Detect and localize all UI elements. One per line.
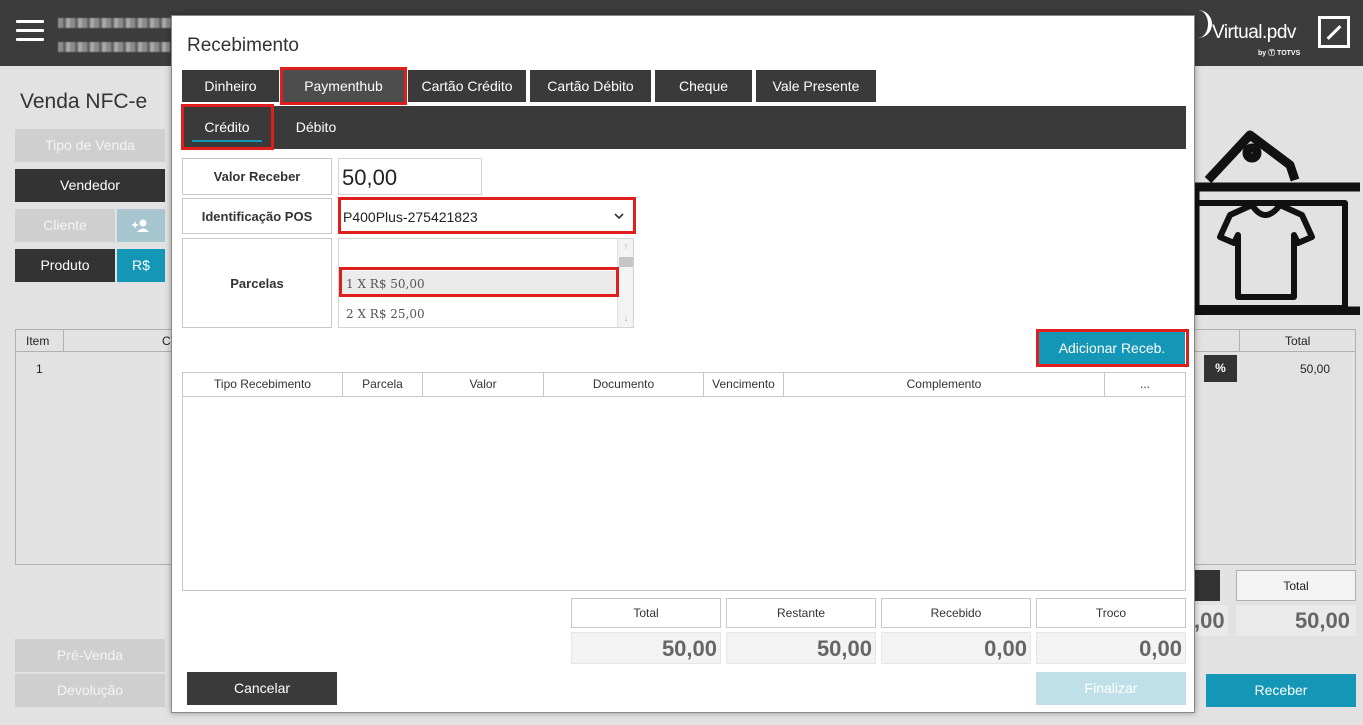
valor-receber-label: Valor Receber xyxy=(182,158,332,195)
summary-total-value: 50,00 xyxy=(571,632,721,664)
subtab-credito[interactable]: Crédito xyxy=(184,106,270,149)
parcelas-scrollbar[interactable]: ↑ ↓ xyxy=(617,239,633,327)
scroll-down-icon[interactable]: ↓ xyxy=(618,313,633,323)
shirt-tag-icon xyxy=(1190,130,1360,315)
summary-restante-value: 50,00 xyxy=(726,632,876,664)
parcela-option-2[interactable]: 2 X R$ 25,00 xyxy=(339,301,617,327)
total-value: 50,00 xyxy=(1236,605,1356,636)
page-title: Venda NFC-e xyxy=(20,90,148,113)
parcelas-list[interactable]: 1 X R$ 50,00 2 X R$ 25,00 ↑ ↓ xyxy=(338,238,634,328)
discount-percent-button[interactable]: % xyxy=(1204,355,1237,382)
summary-troco-label: Troco xyxy=(1036,598,1186,628)
item-row-number: 1 xyxy=(36,362,43,376)
summary-recebido-label: Recebido xyxy=(881,598,1031,628)
recebimento-dialog: Recebimento Dinheiro Paymenthub Cartão C… xyxy=(171,15,1195,713)
receber-button[interactable]: Receber xyxy=(1206,674,1356,707)
currency-button[interactable]: R$ xyxy=(117,249,165,282)
adicionar-receb-button[interactable]: Adicionar Receb. xyxy=(1039,332,1185,365)
expand-icon[interactable] xyxy=(1318,16,1350,48)
virtual-pdv-logo: Virtual.pdv by Ⓣ TOTVS xyxy=(1196,8,1316,58)
partial-header xyxy=(1194,570,1220,601)
tipo-venda-button[interactable]: Tipo de Venda xyxy=(15,129,165,162)
dialog-title: Recebimento xyxy=(187,35,299,56)
tab-vale-presente[interactable]: Vale Presente xyxy=(756,70,876,102)
cancelar-button[interactable]: Cancelar xyxy=(187,672,337,705)
scroll-up-icon[interactable]: ↑ xyxy=(618,241,633,251)
col-total: Total xyxy=(1285,334,1311,348)
summary-restante-label: Restante xyxy=(726,598,876,628)
summary-troco-value: 0,00 xyxy=(1036,632,1186,664)
col-complemento: Complemento xyxy=(784,373,1105,397)
identificacao-pos-select[interactable]: P400Plus-275421823 xyxy=(338,199,634,233)
summary-recebido-value: 0,00 xyxy=(881,632,1031,664)
tab-cartao-credito[interactable]: Cartão Crédito xyxy=(408,70,526,102)
vendedor-button[interactable]: Vendedor xyxy=(15,169,165,202)
tab-cheque[interactable]: Cheque xyxy=(655,70,752,102)
col-c: C xyxy=(162,334,171,348)
identificacao-pos-label: Identificação POS xyxy=(182,198,332,234)
identificacao-pos-value: P400Plus-275421823 xyxy=(343,209,478,225)
parcelas-label: Parcelas xyxy=(182,238,332,328)
tab-cartao-debito[interactable]: Cartão Débito xyxy=(530,70,651,102)
cliente-button[interactable]: Cliente xyxy=(15,209,115,242)
col-documento: Documento xyxy=(544,373,704,397)
total-label: Total xyxy=(1236,570,1356,601)
add-user-icon[interactable] xyxy=(117,209,165,242)
tab-paymenthub[interactable]: Paymenthub xyxy=(283,70,404,102)
subtab-debito[interactable]: Débito xyxy=(278,106,354,149)
parcela-option-1[interactable]: 1 X R$ 50,00 xyxy=(339,271,617,297)
summary-total-label: Total xyxy=(571,598,721,628)
col-tipo-recebimento: Tipo Recebimento xyxy=(183,373,343,397)
payment-subtabs: Crédito Débito xyxy=(182,106,1186,149)
finalizar-button[interactable]: Finalizar xyxy=(1036,672,1186,705)
hamburger-icon[interactable] xyxy=(16,20,44,42)
partial-value: ,00 xyxy=(1194,605,1228,636)
user-info-redacted xyxy=(58,42,170,52)
store-info-redacted xyxy=(58,18,176,28)
produto-button[interactable]: Produto xyxy=(15,249,115,282)
col-more: ... xyxy=(1139,377,1150,391)
devolucao-button[interactable]: Devolução xyxy=(15,674,165,707)
grid-header: Tipo Recebimento Parcela Valor Documento… xyxy=(183,373,1185,397)
valor-receber-input[interactable]: 50,00 xyxy=(338,158,482,195)
pre-venda-button[interactable]: Pré-Venda xyxy=(15,639,165,672)
tab-dinheiro[interactable]: Dinheiro xyxy=(182,70,279,102)
col-parcela: Parcela xyxy=(343,373,423,397)
col-vencimento: Vencimento xyxy=(704,373,784,397)
col-valor: Valor xyxy=(423,373,544,397)
col-item: Item xyxy=(26,334,50,348)
row-total-value: 50,00 xyxy=(1300,362,1331,376)
recebimentos-grid: Tipo Recebimento Parcela Valor Documento… xyxy=(182,372,1186,591)
